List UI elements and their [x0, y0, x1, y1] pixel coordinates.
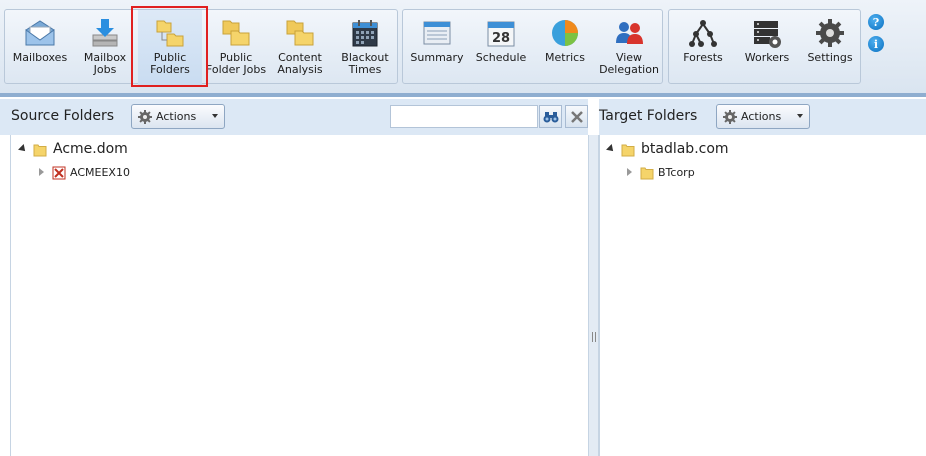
- collapsed-arrow-icon[interactable]: [627, 168, 632, 176]
- info-icon[interactable]: i: [868, 36, 884, 52]
- public-folder-jobs-button[interactable]: Public Folder Jobs: [203, 10, 269, 85]
- workers-button[interactable]: Workers: [735, 10, 799, 85]
- ribbon-group-reports: Summary 28 Schedule Metrics View Delegat…: [402, 9, 663, 84]
- view-delegation-icon: [612, 16, 646, 50]
- folder-icon: [621, 142, 635, 157]
- source-actions-button[interactable]: Actions: [131, 104, 225, 129]
- chevron-down-icon: [797, 114, 803, 118]
- tree-node-child[interactable]: ACMEEX10: [39, 165, 130, 180]
- blackout-times-icon: [348, 16, 382, 50]
- schedule-icon: 28: [484, 16, 518, 50]
- content-analysis-label: Content Analysis: [277, 52, 322, 76]
- content-analysis-button[interactable]: Content Analysis: [269, 10, 331, 85]
- workers-server-icon: [750, 16, 784, 50]
- mailboxes-icon: [23, 16, 57, 50]
- blackout-times-label: Blackout Times: [341, 52, 388, 76]
- tree-node-root[interactable]: btadlab.com: [606, 141, 729, 157]
- expanded-arrow-icon[interactable]: [606, 144, 616, 154]
- public-folder-jobs-label: Public Folder Jobs: [206, 52, 266, 76]
- source-folders-title: Source Folders: [11, 108, 115, 124]
- mailboxes-button[interactable]: Mailboxes: [8, 10, 72, 85]
- folder-icon: [33, 142, 47, 157]
- forests-button[interactable]: Forests: [672, 10, 734, 85]
- settings-button[interactable]: Settings: [799, 10, 861, 85]
- settings-gear-icon: [813, 16, 847, 50]
- source-panel-header: Source Folders Actions: [0, 99, 588, 135]
- schedule-icon-date: 28: [492, 31, 510, 46]
- view-delegation-label: View Delegation: [599, 52, 659, 76]
- content-analysis-icon: [283, 16, 317, 50]
- tree-node-label: BTcorp: [658, 165, 695, 179]
- binoculars-icon: [543, 111, 558, 122]
- mailbox-jobs-label: Mailbox Jobs: [84, 52, 126, 76]
- content-analysis-label-line2: Analysis: [277, 63, 323, 76]
- source-folder-tree: Acme.dom ACMEEX10: [10, 135, 588, 456]
- metrics-label: Metrics: [545, 51, 585, 64]
- tree-node-root[interactable]: Acme.dom: [18, 141, 128, 157]
- summary-label: Summary: [410, 51, 464, 64]
- schedule-label: Schedule: [475, 51, 527, 64]
- help-icon[interactable]: ?: [868, 14, 884, 30]
- mailboxes-label: Mailboxes: [12, 51, 68, 64]
- view-delegation-label-line2: Delegation: [599, 63, 659, 76]
- workers-label: Workers: [744, 51, 790, 64]
- target-panel-header: Target Folders Actions: [599, 99, 926, 135]
- folder-icon: [640, 165, 654, 180]
- find-button[interactable]: [539, 105, 562, 128]
- mailbox-jobs-icon: [88, 16, 122, 50]
- forests-hierarchy-icon: [686, 16, 720, 50]
- gear-icon: [723, 109, 737, 124]
- source-actions-label: Actions: [156, 110, 197, 123]
- target-folders-title: Target Folders: [599, 108, 698, 124]
- forests-label: Forests: [683, 51, 723, 64]
- public-folder-jobs-label-line2: Folder Jobs: [205, 63, 267, 76]
- splitter-grip-icon: [592, 332, 596, 342]
- summary-icon: [420, 16, 454, 50]
- blackout-times-label-line2: Times: [348, 63, 382, 76]
- schedule-button[interactable]: 28 Schedule: [469, 10, 533, 85]
- view-delegation-button[interactable]: View Delegation: [597, 10, 661, 85]
- gear-icon: [138, 109, 152, 124]
- tree-node-child[interactable]: BTcorp: [627, 165, 695, 180]
- close-icon: [570, 110, 583, 123]
- tree-node-label: btadlab.com: [641, 141, 729, 157]
- clear-search-button[interactable]: [565, 105, 588, 128]
- ribbon-group-config: Forests Workers Settings: [668, 9, 861, 84]
- chevron-down-icon: [212, 114, 218, 118]
- summary-button[interactable]: Summary: [406, 10, 468, 85]
- target-folder-tree: btadlab.com BTcorp: [599, 135, 926, 456]
- tree-node-label: Acme.dom: [53, 141, 128, 157]
- settings-label: Settings: [807, 51, 853, 64]
- expanded-arrow-icon[interactable]: [18, 144, 28, 154]
- tree-node-label: ACMEEX10: [70, 165, 130, 179]
- public-folder-jobs-icon: [219, 16, 253, 50]
- search-input[interactable]: [390, 105, 538, 128]
- ribbon-toolbar: Mailboxes Mailbox Jobs Public Folders Pu…: [0, 0, 926, 97]
- exchange-server-icon: [52, 165, 66, 180]
- metrics-pie-icon: [548, 16, 582, 50]
- mailbox-jobs-label-line2: Jobs: [93, 63, 117, 76]
- target-actions-button[interactable]: Actions: [716, 104, 810, 129]
- panel-splitter[interactable]: [588, 135, 599, 456]
- metrics-button[interactable]: Metrics: [533, 10, 597, 85]
- selection-highlight-frame: [131, 6, 208, 87]
- mailbox-jobs-button[interactable]: Mailbox Jobs: [73, 10, 137, 85]
- target-actions-label: Actions: [741, 110, 782, 123]
- collapsed-arrow-icon[interactable]: [39, 168, 44, 176]
- ribbon-divider: [0, 93, 926, 97]
- blackout-times-button[interactable]: Blackout Times: [333, 10, 397, 85]
